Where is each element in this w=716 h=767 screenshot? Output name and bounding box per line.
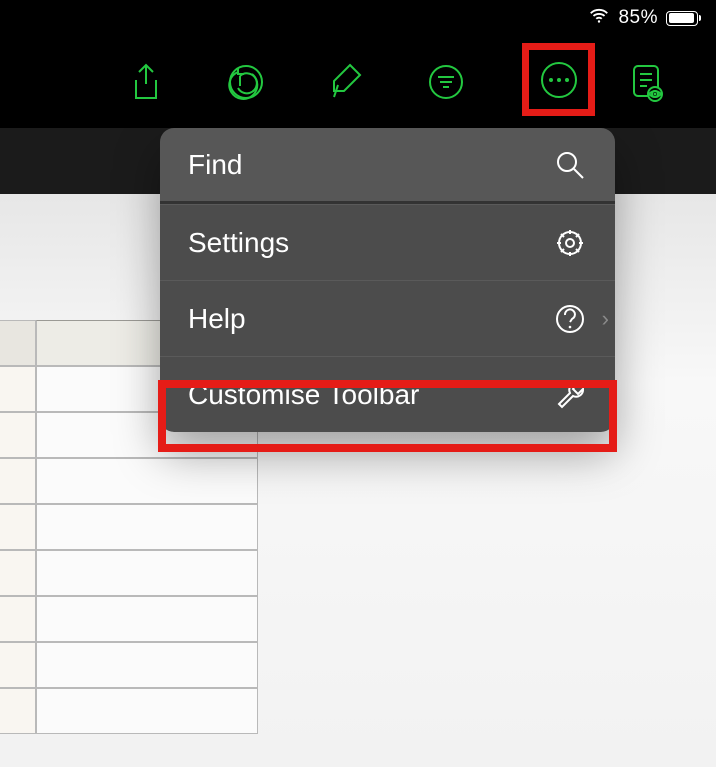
table-row[interactable] — [0, 642, 258, 688]
table-row[interactable] — [0, 688, 258, 734]
row-header-cell[interactable] — [0, 366, 36, 412]
more-menu: Find Settings Help › Customise Toolbar — [160, 128, 615, 432]
table-row[interactable] — [0, 458, 258, 504]
wrench-icon — [553, 378, 587, 412]
battery-icon — [666, 11, 698, 26]
menu-label: Customise Toolbar — [188, 379, 419, 411]
format-brush-button[interactable] — [296, 36, 396, 128]
row-header-cell[interactable] — [0, 642, 36, 688]
menu-item-settings[interactable]: Settings — [160, 204, 615, 280]
row-header-cell[interactable] — [0, 458, 36, 504]
menu-item-help[interactable]: Help › — [160, 280, 615, 356]
wifi-icon — [588, 5, 610, 32]
share-button[interactable] — [96, 36, 196, 128]
menu-label: Find — [188, 149, 242, 181]
top-toolbar — [0, 36, 716, 128]
row-header-cell[interactable] — [0, 550, 36, 596]
row-header-cell[interactable] — [0, 688, 36, 734]
table-row[interactable] — [0, 504, 258, 550]
more-button[interactable] — [522, 43, 595, 116]
chevron-right-icon: › — [602, 306, 609, 332]
cell[interactable] — [36, 504, 258, 550]
row-header-cell[interactable] — [0, 320, 36, 366]
cell[interactable] — [36, 688, 258, 734]
cell[interactable] — [36, 596, 258, 642]
document-view-button[interactable] — [596, 36, 696, 128]
table-row[interactable] — [0, 596, 258, 642]
battery-percentage: 85% — [618, 7, 658, 29]
row-header-cell[interactable] — [0, 596, 36, 642]
filter-button[interactable] — [396, 36, 496, 128]
cell[interactable] — [36, 550, 258, 596]
question-icon — [553, 302, 587, 336]
row-header-cell[interactable] — [0, 504, 36, 550]
status-bar: 85% — [0, 0, 716, 36]
table-row[interactable] — [0, 550, 258, 596]
menu-label: Settings — [188, 227, 289, 259]
menu-item-find[interactable]: Find — [160, 128, 615, 204]
menu-label: Help — [188, 303, 246, 335]
menu-item-customise-toolbar[interactable]: Customise Toolbar — [160, 356, 615, 432]
cell[interactable] — [36, 458, 258, 504]
cell[interactable] — [36, 642, 258, 688]
undo-button[interactable] — [196, 36, 296, 128]
gear-icon — [553, 226, 587, 260]
search-icon — [553, 148, 587, 182]
row-header-cell[interactable] — [0, 412, 36, 458]
